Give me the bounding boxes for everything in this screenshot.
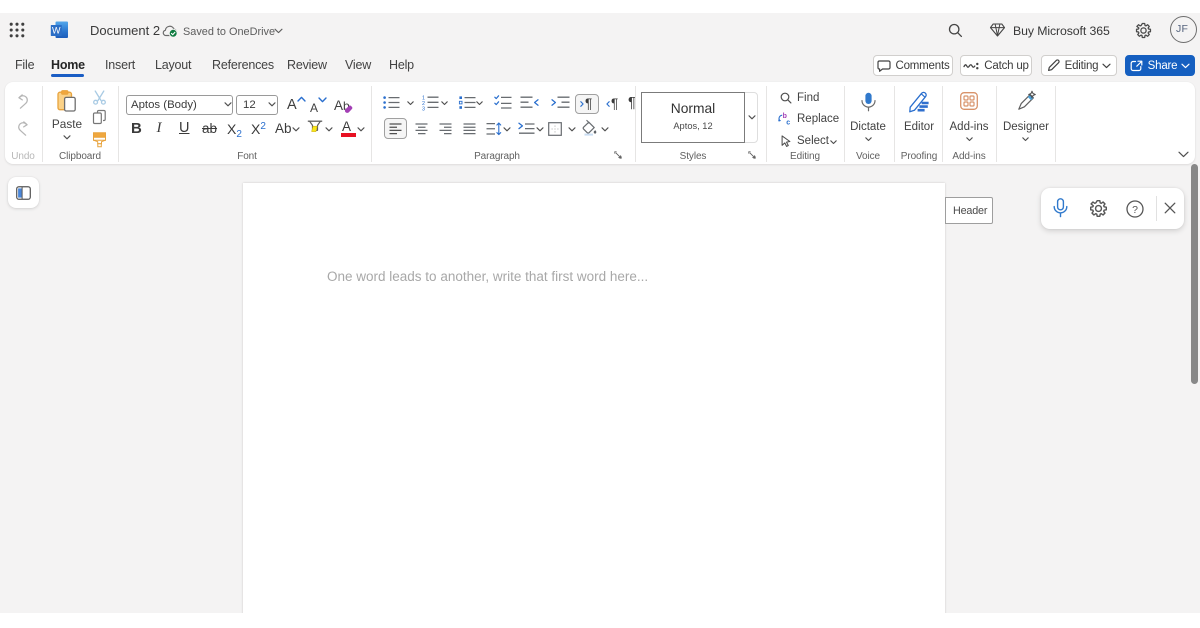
svg-text:W: W <box>52 26 61 36</box>
svg-text:?: ? <box>1132 204 1138 216</box>
svg-text:c: c <box>786 120 790 127</box>
svg-text:3: 3 <box>422 106 425 112</box>
